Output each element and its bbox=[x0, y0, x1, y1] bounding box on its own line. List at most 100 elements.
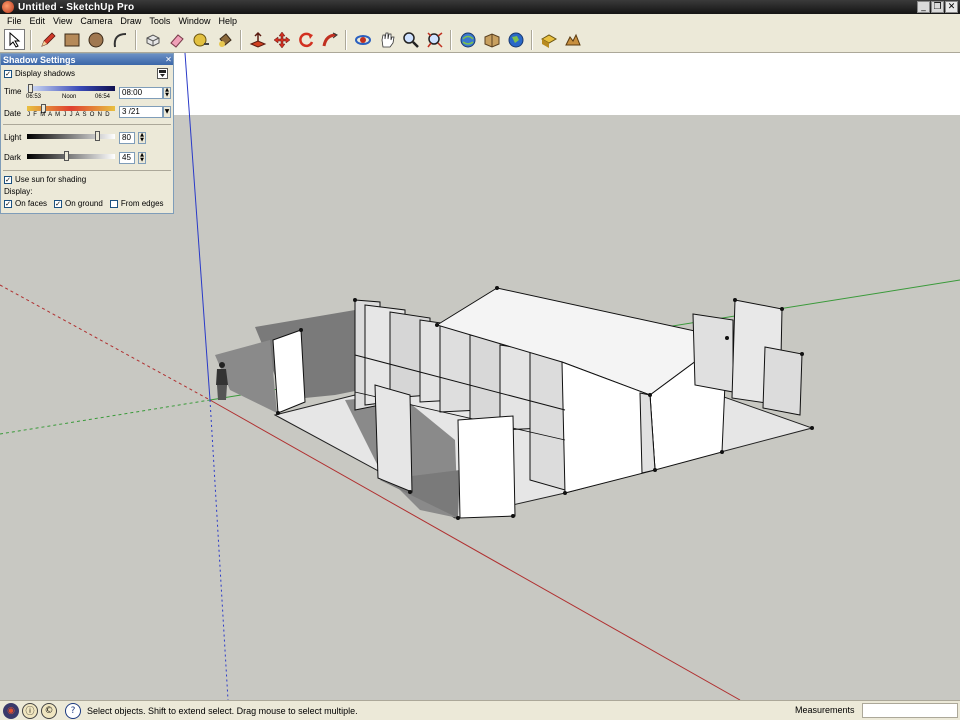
toolbar-separator bbox=[345, 29, 347, 50]
dark-spinner[interactable]: ▲ ▼ bbox=[138, 152, 146, 164]
get-photo-texture-icon bbox=[540, 33, 557, 48]
move-tool-button[interactable] bbox=[271, 29, 292, 50]
from-edges-label: From edges bbox=[120, 199, 164, 208]
share-model-button[interactable] bbox=[481, 29, 502, 50]
rectangle-tool-button[interactable] bbox=[61, 29, 82, 50]
push-pull-tool-button[interactable] bbox=[247, 29, 268, 50]
panel-back-3 bbox=[762, 346, 803, 416]
light-input[interactable]: 80 bbox=[119, 132, 135, 144]
light-spinner[interactable]: ▲ ▼ bbox=[138, 132, 146, 144]
collapse-panel-button[interactable] bbox=[157, 68, 168, 79]
status-message: Select objects. Shift to extend select. … bbox=[87, 705, 358, 716]
geo-location-icon[interactable]: ◉ bbox=[3, 702, 19, 719]
get-models-button[interactable] bbox=[457, 29, 478, 50]
panel-front-mid bbox=[374, 384, 413, 493]
light-label: Light bbox=[4, 133, 22, 142]
display-shadows-row: ✓ Display shadows bbox=[4, 69, 75, 78]
restore-button[interactable]: ❐ bbox=[931, 1, 944, 13]
light-slider[interactable] bbox=[27, 134, 115, 139]
zoom-extents-icon bbox=[426, 31, 443, 48]
eraser-tool-button[interactable] bbox=[166, 29, 187, 50]
on-faces-checkbox[interactable]: ✓ bbox=[4, 199, 12, 208]
dark-slider[interactable] bbox=[27, 154, 115, 159]
date-input[interactable]: 3 /21 bbox=[119, 106, 163, 118]
toolbar-separator bbox=[30, 29, 32, 50]
date-dropdown[interactable]: ▼ bbox=[163, 106, 171, 118]
select-tool-button[interactable] bbox=[4, 29, 25, 50]
display-shadows-checkbox[interactable]: ✓ bbox=[4, 69, 12, 78]
menu-draw[interactable]: Draw bbox=[116, 16, 145, 26]
get-models-icon bbox=[460, 32, 475, 47]
rotate-tool-button[interactable] bbox=[295, 29, 316, 50]
zoom-extents-tool-button[interactable] bbox=[424, 29, 445, 50]
on-ground-label: On ground bbox=[65, 199, 103, 208]
display-shadows-label: Display shadows bbox=[15, 69, 76, 78]
get-photo-texture-button[interactable] bbox=[538, 29, 559, 50]
minimize-button[interactable]: _ bbox=[917, 1, 930, 13]
menu-help[interactable]: Help bbox=[214, 16, 241, 26]
close-button[interactable]: ✕ bbox=[945, 1, 958, 13]
menu-file[interactable]: File bbox=[3, 16, 26, 26]
zoom-tool-button[interactable] bbox=[400, 29, 421, 50]
toggle-terrain-button[interactable] bbox=[562, 29, 583, 50]
orbit-tool-button[interactable] bbox=[352, 29, 373, 50]
use-sun-label: Use sun for shading bbox=[15, 175, 87, 184]
time-slider[interactable] bbox=[27, 86, 115, 91]
light-slider-thumb[interactable] bbox=[95, 131, 100, 141]
menu-camera[interactable]: Camera bbox=[76, 16, 116, 26]
from-edges-checkbox[interactable] bbox=[109, 199, 118, 208]
follow-me-icon bbox=[322, 32, 338, 46]
collapse-icon bbox=[159, 70, 166, 77]
dark-slider-thumb[interactable] bbox=[64, 151, 69, 161]
dark-input[interactable]: 45 bbox=[119, 152, 135, 164]
close-panel-icon[interactable]: ✕ bbox=[164, 55, 173, 64]
time-label: Time bbox=[4, 87, 22, 96]
circle-tool-button[interactable] bbox=[85, 29, 106, 50]
select-icon bbox=[9, 31, 20, 48]
pan-icon bbox=[381, 32, 394, 47]
follow-me-tool-button[interactable] bbox=[319, 29, 340, 50]
title-bar: Untitled - SketchUp Pro _ ❐ ✕ bbox=[0, 0, 960, 14]
arc-icon bbox=[113, 32, 126, 47]
toolbar-separator bbox=[240, 29, 242, 50]
rotate-icon bbox=[298, 32, 313, 47]
menu-bar: File Edit View Camera Draw Tools Window … bbox=[0, 14, 960, 27]
share-model-icon bbox=[484, 32, 499, 48]
orbit-icon bbox=[354, 34, 371, 45]
arc-tool-button[interactable] bbox=[109, 29, 130, 50]
measurements-input[interactable] bbox=[862, 703, 958, 718]
credits-icon[interactable]: ⓘ bbox=[22, 702, 38, 719]
send-to-google-earth-icon bbox=[508, 32, 523, 47]
blue-axis-line bbox=[209, 399, 229, 700]
toggle-terrain-icon bbox=[564, 33, 581, 45]
copyright-icon[interactable]: © bbox=[41, 702, 57, 719]
window-title: Untitled - SketchUp Pro bbox=[18, 1, 135, 13]
pan-tool-button[interactable] bbox=[376, 29, 397, 50]
toolbar-separator bbox=[531, 29, 533, 50]
menu-tools[interactable]: Tools bbox=[145, 16, 174, 26]
send-to-google-earth-button[interactable] bbox=[505, 29, 526, 50]
time-end-label: 06:54 bbox=[95, 94, 111, 100]
toolbar-separator bbox=[450, 29, 452, 50]
move-icon bbox=[273, 31, 290, 48]
tape-measure-tool-button[interactable] bbox=[190, 29, 211, 50]
on-ground-checkbox[interactable]: ✓ bbox=[54, 199, 63, 208]
use-sun-checkbox[interactable]: ✓ bbox=[4, 175, 12, 184]
menu-edit[interactable]: Edit bbox=[26, 16, 50, 26]
pencil-tool-button[interactable] bbox=[37, 29, 58, 50]
menu-window[interactable]: Window bbox=[174, 16, 214, 26]
time-input[interactable]: 08:00 bbox=[119, 87, 163, 99]
pencil-icon bbox=[40, 31, 56, 47]
time-slider-thumb[interactable] bbox=[28, 84, 33, 93]
panel-back-1 bbox=[692, 313, 734, 393]
help-icon[interactable]: ? bbox=[65, 702, 81, 719]
paint-bucket-tool-button[interactable] bbox=[214, 29, 235, 50]
menu-view[interactable]: View bbox=[49, 16, 76, 26]
date-label: Date bbox=[4, 109, 21, 118]
shadow-settings-title: Shadow Settings bbox=[3, 54, 76, 65]
make-component-button[interactable] bbox=[142, 29, 163, 50]
status-bar: ◉ ⓘ © ? Select objects. Shift to extend … bbox=[0, 700, 960, 720]
sketchup-app-icon bbox=[2, 1, 14, 13]
time-spinner[interactable]: ▲ ▼ bbox=[163, 87, 171, 99]
make-component-icon bbox=[146, 33, 159, 47]
